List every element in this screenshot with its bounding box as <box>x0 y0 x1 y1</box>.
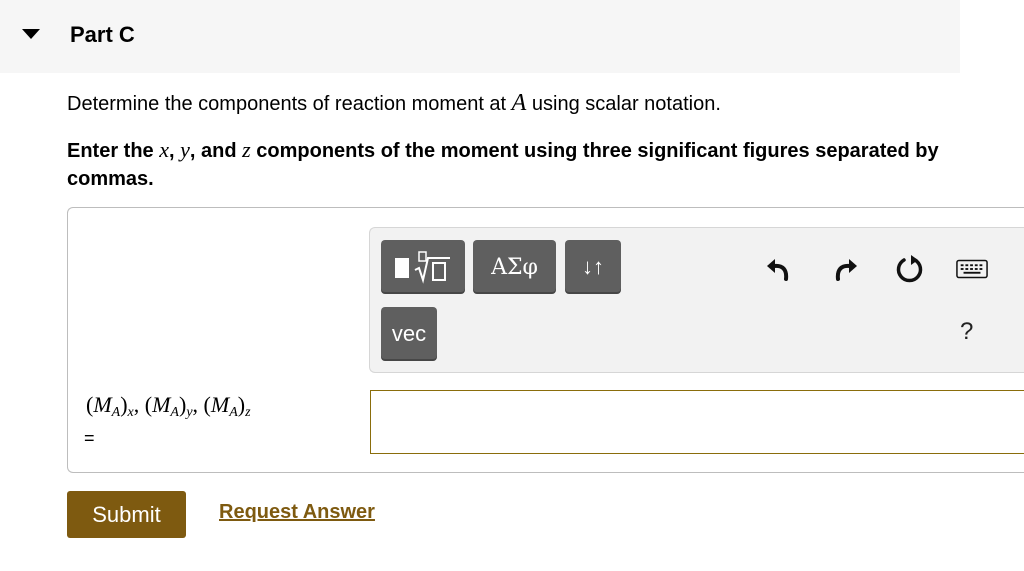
keyboard-icon[interactable] <box>956 253 988 285</box>
subscript-a: A <box>111 405 121 420</box>
moment-symbol: M <box>152 392 171 417</box>
undo-icon[interactable] <box>763 253 795 285</box>
part-header <box>0 0 960 73</box>
help-button[interactable]: ? <box>960 318 973 346</box>
paren-close: ) <box>237 392 246 417</box>
instructions-text-3: , and <box>189 140 243 162</box>
paren-open: ( <box>203 392 211 417</box>
instructions-var-z: z <box>242 137 251 162</box>
redo-icon[interactable] <box>829 253 861 285</box>
subscript-x: x <box>127 405 134 420</box>
part-title: Part C <box>70 22 135 47</box>
answer-variable-label: (MA)x, (MA)y, (MA)z <box>86 392 251 420</box>
vec-button[interactable]: vec <box>381 307 437 361</box>
subscript-z: z <box>245 405 251 420</box>
instructions-text-2: , <box>169 140 181 162</box>
prompt-text-post: using scalar notation. <box>526 93 721 115</box>
arrows-button[interactable]: ↓↑ <box>565 240 621 294</box>
submit-button[interactable]: Submit <box>67 491 186 538</box>
subscript-a: A <box>229 405 238 420</box>
prompt-variable: A <box>511 90 527 116</box>
reset-icon[interactable] <box>894 253 926 285</box>
paren-close: ) <box>120 392 128 417</box>
instructions-var-y: y <box>180 137 190 162</box>
question-prompt: Determine the components of reaction mom… <box>67 90 721 117</box>
math-toolbar: ΑΣφ ↓↑ vec ? <box>369 227 1024 373</box>
subscript-y: y <box>186 405 193 420</box>
templates-button[interactable] <box>381 240 465 294</box>
request-answer-link[interactable]: Request Answer <box>219 501 375 524</box>
templates-icon <box>395 250 451 284</box>
instructions-var-x: x <box>159 137 170 162</box>
prompt-text-pre: Determine the components of reaction mom… <box>67 93 512 115</box>
subscript-a: A <box>170 405 179 420</box>
answer-instructions: Enter the x, y, and z components of the … <box>67 136 967 193</box>
moment-symbol: M <box>210 392 230 417</box>
answer-input[interactable] <box>370 390 1024 454</box>
instructions-text-1: Enter the <box>67 140 160 162</box>
paren-open: ( <box>144 392 153 417</box>
equals-sign: = <box>84 428 95 448</box>
moment-symbol: M <box>93 392 112 417</box>
collapse-triangle-icon[interactable] <box>22 29 40 39</box>
greek-symbols-button[interactable]: ΑΣφ <box>473 240 556 294</box>
